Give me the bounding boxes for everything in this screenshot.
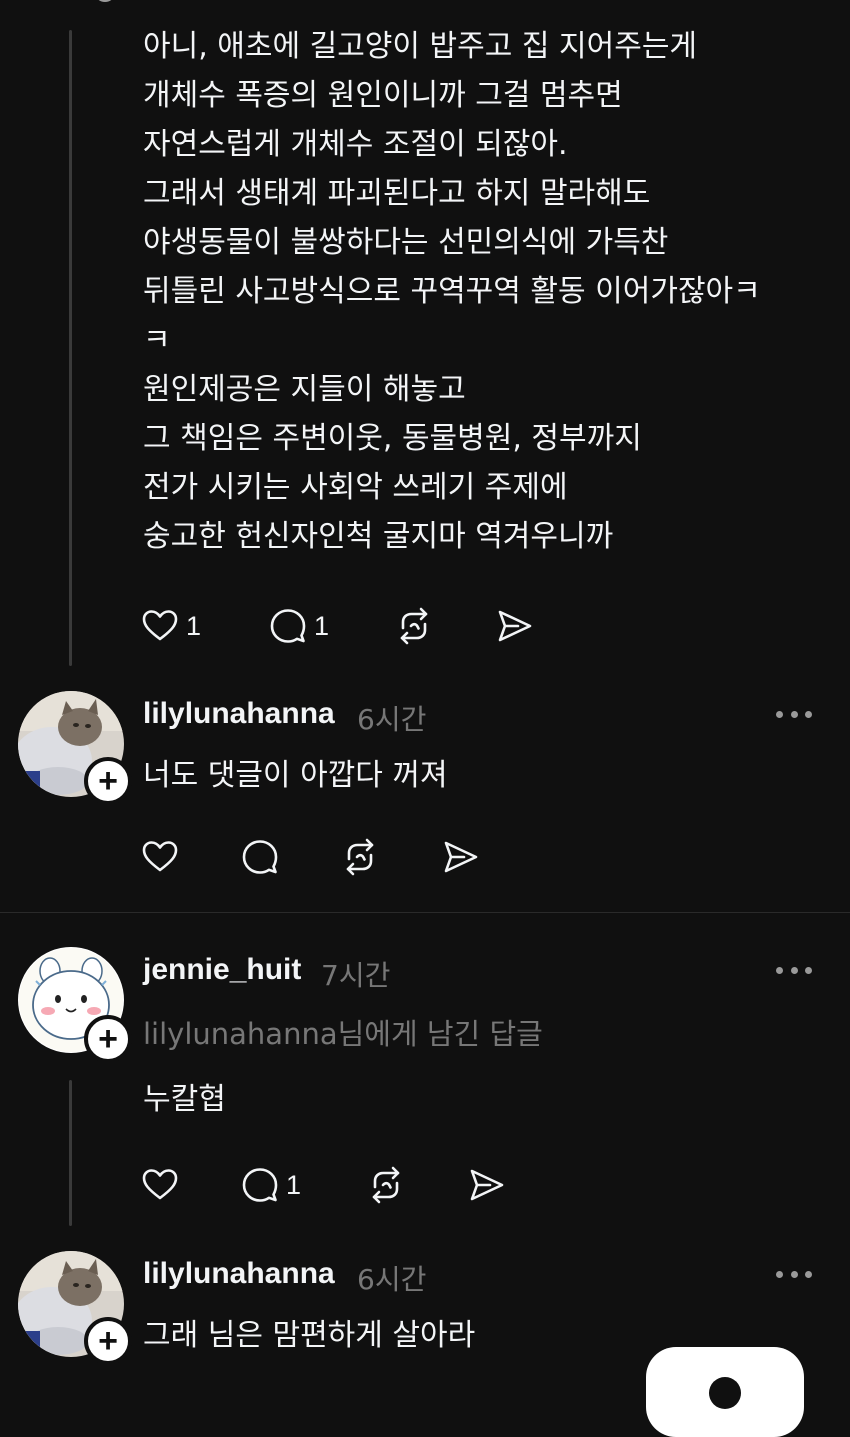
like-button[interactable] — [140, 835, 240, 879]
paper-plane-icon — [466, 1165, 506, 1205]
post-body-text: 아니, 애초에 길고양이 밥주고 집 지어주는게 개체수 폭증의 원인이니까 그… — [143, 29, 761, 554]
comment-actions — [140, 835, 490, 879]
plus-icon: + — [98, 1322, 118, 1360]
comment-username[interactable]: lilylunahanna — [143, 1257, 335, 1291]
reply-button[interactable]: 1 — [268, 604, 394, 648]
comment-body-text: 누칼협 — [143, 1082, 226, 1117]
share-button[interactable] — [494, 604, 544, 648]
paper-plane-icon — [440, 837, 480, 877]
comment-body-text: 그래 님은 맘편하게 살아라 — [143, 1318, 476, 1353]
share-button[interactable] — [440, 835, 490, 879]
follow-button[interactable]: + — [84, 757, 132, 805]
more-horizontal-icon[interactable] — [776, 964, 812, 976]
comment-timestamp: 6시간 — [357, 703, 427, 736]
comment-username[interactable]: lilylunahanna — [143, 697, 335, 731]
reply-count: 1 — [286, 1169, 302, 1200]
follow-button[interactable]: + — [84, 1015, 132, 1063]
like-button[interactable] — [140, 1163, 240, 1207]
partial-icon-top — [96, 0, 114, 2]
repost-icon — [340, 837, 380, 877]
plus-icon: + — [98, 762, 118, 800]
share-button[interactable] — [466, 1163, 516, 1207]
thread-line — [69, 1080, 72, 1226]
thread-line — [69, 30, 72, 666]
speech-bubble-icon — [240, 1165, 280, 1205]
divider — [0, 912, 850, 913]
paper-plane-icon — [494, 606, 534, 646]
repost-icon — [394, 606, 434, 646]
reply-to-label[interactable]: lilylunahanna님에게 남긴 답글 — [143, 1011, 543, 1053]
compose-icon — [709, 1377, 741, 1409]
speech-bubble-icon — [268, 606, 308, 646]
more-horizontal-icon[interactable] — [776, 708, 812, 720]
follow-button[interactable]: + — [84, 1317, 132, 1365]
comment-timestamp: 6시간 — [357, 1263, 427, 1296]
like-count: 1 — [186, 610, 202, 641]
repost-button[interactable] — [340, 835, 440, 879]
comment-actions: 1 — [140, 1163, 516, 1207]
reply-button[interactable]: 1 — [240, 1163, 366, 1207]
comment-username[interactable]: jennie_huit — [143, 953, 301, 987]
comment-body-text: 너도 댓글이 아깝다 꺼져 — [143, 758, 448, 793]
reply-button[interactable] — [240, 835, 340, 879]
repost-button[interactable] — [366, 1163, 466, 1207]
heart-icon — [140, 837, 180, 877]
more-horizontal-icon[interactable] — [776, 1268, 812, 1280]
reply-count: 1 — [314, 610, 330, 641]
like-button[interactable]: 1 — [140, 604, 268, 648]
repost-button[interactable] — [394, 604, 494, 648]
speech-bubble-icon — [240, 837, 280, 877]
comment-timestamp: 7시간 — [321, 959, 391, 992]
repost-icon — [366, 1165, 406, 1205]
floating-compose-button[interactable] — [646, 1347, 804, 1437]
heart-icon — [140, 1165, 180, 1205]
plus-icon: + — [98, 1020, 118, 1058]
heart-icon — [140, 606, 180, 646]
post-actions: 1 1 — [140, 604, 544, 648]
